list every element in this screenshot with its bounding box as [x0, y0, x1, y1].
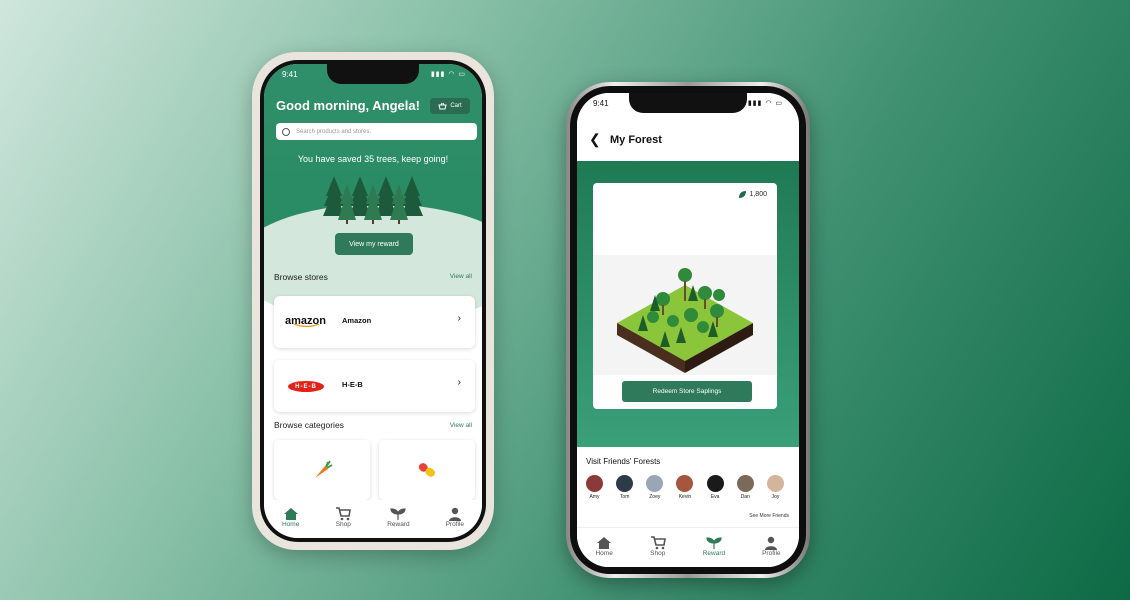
notch: [327, 64, 419, 84]
category-card-health[interactable]: [379, 440, 475, 500]
phone-forest: 9:41 ▮▮▮ ◠ ▭ ❮ My Forest 1,800 Redeem St…: [566, 82, 810, 578]
redeem-saplings-button[interactable]: Redeem Store Saplings: [622, 381, 752, 402]
heb-logo: H-E-B: [288, 381, 324, 392]
nav-shop[interactable]: Shop: [650, 536, 666, 557]
nav-home[interactable]: Home: [595, 536, 613, 557]
home-header: Good morning, Angela! Cart Search produc…: [264, 64, 482, 324]
store-card-heb[interactable]: H-E-B H-E-B ›: [274, 360, 475, 412]
friend-avatar[interactable]: Amy: [586, 475, 603, 500]
home-icon: [597, 537, 612, 549]
friend-name: Amy: [589, 494, 600, 500]
nav-reward[interactable]: Reward: [703, 536, 725, 557]
phone-home: 9:41 ▮▮▮ ◠ ▭ Good morning, Angela! Cart …: [252, 52, 494, 550]
person-icon: [765, 536, 778, 550]
nav-profile[interactable]: Profile: [762, 536, 781, 557]
greeting: Good morning, Angela!: [276, 98, 420, 113]
cart-icon: [336, 507, 352, 521]
nav-reward[interactable]: Reward: [387, 507, 410, 528]
forest-screen: 9:41 ▮▮▮ ◠ ▭ ❮ My Forest 1,800 Redeem St…: [577, 93, 799, 567]
nav-label: Shop: [335, 521, 351, 528]
search-placeholder: Search products and stores.: [296, 128, 372, 135]
points-value: 1,800: [749, 191, 767, 198]
pill-icon: [418, 463, 436, 477]
browse-categories-title: Browse categories: [274, 420, 344, 430]
status-time: 9:41: [282, 70, 298, 79]
friend-avatar[interactable]: Kevin: [676, 475, 694, 500]
bottom-nav: Home Shop Reward Profile: [577, 527, 799, 567]
cart-icon: [650, 536, 666, 550]
bottom-nav: Home Shop Reward Profile: [264, 500, 482, 538]
store-name: Amazon: [342, 316, 372, 325]
friend-name: Kevin: [678, 494, 692, 500]
nav-label: Shop: [650, 550, 666, 557]
chevron-right-icon: ›: [457, 377, 461, 388]
avatar: [586, 475, 603, 492]
status-time: 9:41: [593, 99, 609, 108]
friend-name: Eva: [710, 494, 720, 500]
nav-label: Profile: [762, 550, 781, 557]
home-icon: [283, 508, 298, 520]
friend-name: Dan: [740, 494, 750, 500]
cart-label: Cart: [450, 103, 462, 109]
status-icons: ▮▮▮ ◠ ▭: [430, 71, 466, 78]
nav-profile[interactable]: Profile: [446, 507, 464, 528]
phone-frame: 9:41 ▮▮▮ ◠ ▭ ❮ My Forest 1,800 Redeem St…: [570, 86, 806, 574]
basket-icon: [438, 102, 447, 110]
search-icon: [282, 127, 290, 136]
sprout-icon: [390, 508, 407, 520]
back-arrow-icon[interactable]: ❮: [589, 131, 601, 148]
person-icon: [448, 507, 461, 521]
isometric-forest-illustration: [593, 255, 777, 375]
categories-view-all-link[interactable]: View all: [450, 422, 472, 429]
avatar: [646, 475, 664, 492]
nav-label: Home: [281, 521, 300, 528]
friend-name: Joy: [771, 494, 780, 500]
store-card-amazon[interactable]: amazon Amazon ›: [274, 296, 475, 348]
chevron-right-icon: ›: [457, 313, 461, 324]
friend-avatar[interactable]: Tom: [616, 475, 634, 500]
nav-label: Reward: [702, 550, 726, 557]
see-more-friends-link[interactable]: See More Friends: [749, 513, 789, 519]
forest-card: 1,800 Redeem Store Saplings: [593, 183, 777, 409]
search-input[interactable]: Search products and stores.: [276, 123, 477, 140]
friend-avatar[interactable]: Zoey: [646, 475, 664, 500]
saved-trees-message: You have saved 35 trees, keep going!: [297, 154, 449, 164]
friends-title: Visit Friends' Forests: [586, 457, 661, 466]
nav-shop[interactable]: Shop: [335, 507, 352, 528]
nav-home[interactable]: Home: [282, 507, 299, 528]
home-screen: 9:41 ▮▮▮ ◠ ▭ Good morning, Angela! Cart …: [264, 64, 482, 538]
category-card-produce[interactable]: [274, 440, 370, 500]
cart-button[interactable]: Cart: [430, 98, 470, 114]
friend-avatar[interactable]: Dan: [736, 475, 754, 500]
store-name: H-E-B: [342, 380, 363, 389]
amazon-logo: amazon: [285, 315, 326, 328]
avatar: [766, 475, 784, 492]
carrot-icon: [315, 460, 333, 478]
phone-frame: 9:41 ▮▮▮ ◠ ▭ Good morning, Angela! Cart …: [260, 60, 486, 542]
friend-name: Tom: [619, 494, 630, 500]
nav-label: Home: [595, 550, 613, 557]
avatar: [706, 475, 724, 492]
stores-view-all-link[interactable]: View all: [450, 273, 472, 280]
leaf-icon: [739, 191, 747, 198]
browse-stores-title: Browse stores: [274, 272, 328, 282]
avatar: [616, 475, 634, 492]
nav-label: Reward: [387, 521, 410, 528]
page-title: My Forest: [610, 134, 662, 146]
status-icons: ▮▮▮ ◠ ▭: [747, 100, 783, 107]
trees-illustration: [323, 176, 423, 224]
notch: [629, 93, 747, 113]
forest-panel: 1,800 Redeem Store Saplings: [577, 161, 799, 447]
points-badge: 1,800: [738, 190, 767, 199]
friend-name: Zoey: [649, 494, 661, 500]
friends-list: Amy Tom Zoey Kevin Eva Dan Joy: [586, 475, 784, 500]
view-reward-button[interactable]: View my reward: [335, 233, 413, 255]
sprout-icon: [706, 537, 722, 549]
friend-avatar[interactable]: Joy: [766, 475, 784, 500]
nav-label: Profile: [445, 521, 465, 528]
friend-avatar[interactable]: Eva: [706, 475, 724, 500]
avatar: [676, 475, 694, 492]
avatar: [736, 475, 754, 492]
